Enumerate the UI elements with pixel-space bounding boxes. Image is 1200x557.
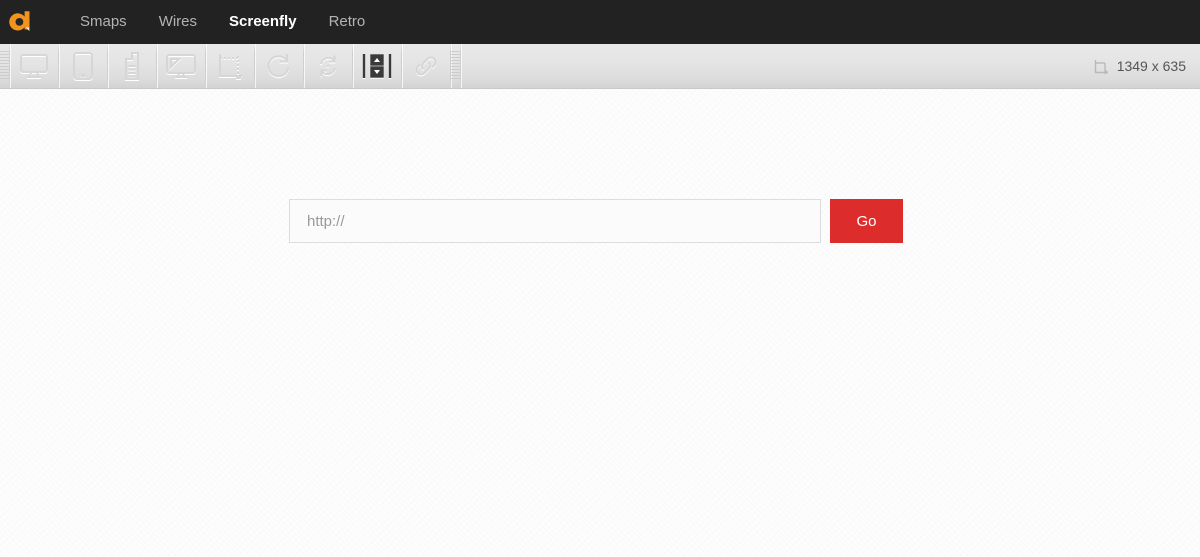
refresh-button[interactable] [255, 44, 303, 88]
go-button[interactable]: Go [830, 199, 903, 243]
nav-item-wires[interactable]: Wires [143, 0, 213, 44]
desktop-monitor-icon [19, 53, 49, 79]
tablet-icon [72, 51, 94, 81]
toolbar-grip-right-icon [451, 51, 460, 81]
nav-item-retro[interactable]: Retro [313, 0, 382, 44]
tablet-button[interactable] [59, 44, 107, 88]
mobile-phone-button[interactable] [108, 44, 156, 88]
url-input[interactable] [289, 199, 821, 243]
nav-item-smaps[interactable]: Smaps [64, 0, 143, 44]
url-form: Go [289, 199, 903, 243]
auto-refresh-button[interactable] [304, 44, 352, 88]
share-link-icon [412, 54, 440, 78]
custom-screen-size-icon [216, 52, 244, 80]
desktop-monitor-button[interactable] [10, 44, 58, 88]
television-icon [165, 53, 197, 79]
mobile-phone-icon [123, 51, 141, 81]
size-readout-text: 1349 x 635 [1116, 58, 1186, 74]
toggle-scrollbars-icon [361, 52, 393, 80]
quirktools-a-logo-icon[interactable] [0, 0, 44, 44]
television-button[interactable] [157, 44, 205, 88]
nav-item-screenfly[interactable]: Screenfly [213, 0, 313, 44]
custom-screen-size-button[interactable] [206, 44, 254, 88]
top-navigation-bar: Smaps Wires Screenfly Retro [0, 0, 1200, 44]
screen-dimensions-icon [1094, 59, 1109, 74]
refresh-icon [265, 52, 293, 80]
toolbar-grip-left-icon [0, 51, 9, 81]
device-toolbar: 1349 x 635 [0, 44, 1200, 89]
nav-items: Smaps Wires Screenfly Retro [64, 0, 381, 44]
share-link-button[interactable] [402, 44, 450, 88]
toggle-scrollbars-button[interactable] [353, 44, 401, 88]
size-readout: 1349 x 635 [1094, 44, 1200, 88]
main-content-area: Go [0, 89, 1200, 556]
auto-refresh-icon [315, 53, 341, 79]
